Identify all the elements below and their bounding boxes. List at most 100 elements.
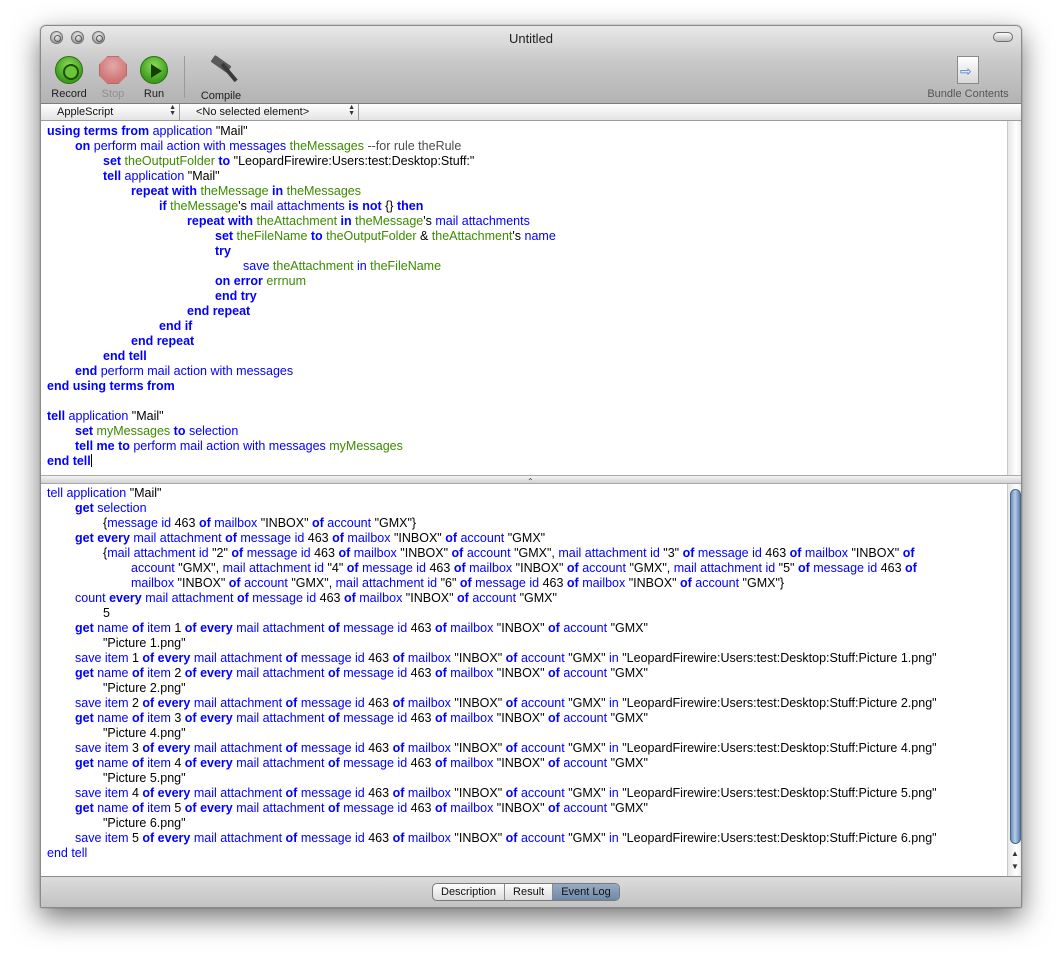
event-log-line-token: 463	[314, 546, 339, 560]
script-editor[interactable]: using terms from application "Mail" on pe…	[41, 121, 1007, 475]
event-log-line: save item 3 of every mail attachment of …	[47, 741, 937, 756]
event-log-line-token: account	[582, 561, 630, 575]
script-line: end tell	[47, 454, 556, 469]
event-log-line-token: of	[312, 516, 328, 530]
event-log-line-token: "LeopardFirewire:Users:test:Desktop:Stuf…	[622, 651, 937, 665]
script-line-token: theFileName	[370, 259, 442, 273]
event-log-line-token: of	[905, 561, 917, 575]
event-log-line-token: of	[392, 741, 408, 755]
event-log-line-token: mail attachment	[193, 831, 286, 845]
script-line-token: errnum	[266, 274, 306, 288]
script-line-token: end tell	[47, 454, 91, 468]
run-button[interactable]: Run	[134, 56, 174, 100]
event-log-line-token: 463	[880, 561, 906, 575]
script-line-token: "LeopardFirewire:Users:test:Desktop:Stuf…	[233, 154, 475, 168]
event-log-line: get name of item 5 of every mail attachm…	[47, 801, 937, 816]
event-log-line-token: of	[225, 531, 241, 545]
record-label: Record	[51, 88, 87, 100]
script-line-token: perform mail action with messages	[133, 439, 330, 453]
script-line-token: theMessage	[355, 214, 424, 228]
event-log-scrollbar[interactable]: ▲ ▼	[1007, 484, 1021, 876]
pane-selector[interactable]: Description Result Event Log	[432, 883, 620, 901]
event-log-line-token: mailbox	[359, 591, 406, 605]
script-line: end repeat	[47, 334, 556, 349]
event-log-line: account "GMX", mail attachment id "4" of…	[47, 561, 937, 576]
text-cursor	[90, 454, 92, 467]
event-log-line-token: "GMX"	[519, 591, 557, 605]
script-line-token: mail attachments	[250, 199, 349, 213]
event-log-line: mailbox "INBOX" of account "GMX", mail a…	[47, 576, 937, 591]
script-line: save theAttachment in theFileName	[47, 259, 556, 274]
split-view-divider[interactable]: ⌃	[41, 475, 1021, 486]
event-log-line-token: mailbox	[407, 831, 455, 845]
script-text[interactable]: using terms from application "Mail" on pe…	[47, 124, 556, 469]
language-popup[interactable]: AppleScript ▲ ▼	[41, 104, 180, 120]
event-log-line-token: of	[285, 786, 301, 800]
language-value: AppleScript	[57, 106, 114, 118]
toolbar-toggle-button[interactable]	[993, 32, 1013, 42]
scroll-up-arrow-icon[interactable]: ▲	[1011, 849, 1019, 858]
tab-description[interactable]: Description	[433, 884, 506, 900]
event-log-line-token: mail attachment id	[673, 561, 779, 575]
scroll-down-arrow-icon[interactable]: ▼	[1011, 862, 1019, 871]
event-log-line-token: "GMX"	[568, 651, 610, 665]
event-log-line-token: 5	[174, 801, 185, 815]
element-value: <No selected element>	[196, 106, 310, 118]
event-log-line-token: of	[327, 801, 344, 815]
event-log-line-token: of	[505, 651, 521, 665]
event-log-line-token: 463	[368, 786, 393, 800]
event-log-line-token: name	[97, 621, 132, 635]
event-log-line-token: 463	[542, 576, 567, 590]
event-log-line-token: of	[392, 651, 408, 665]
script-line-token: end repeat	[187, 304, 251, 318]
event-log-pane[interactable]: tell application "Mail" get selection {mes…	[41, 484, 1007, 876]
event-log-line-token: mailbox	[407, 651, 455, 665]
script-line-token: on	[75, 139, 94, 153]
event-log-line-token: of every	[142, 786, 194, 800]
event-log-text[interactable]: tell application "Mail" get selection {mes…	[47, 486, 937, 861]
event-log-line-token: "GMX"	[610, 621, 648, 635]
event-log-line-token: 463	[410, 711, 435, 725]
event-log-line-token: mail attachment id	[107, 546, 213, 560]
event-log-line: count every mail attachment of message i…	[47, 591, 937, 606]
element-popup[interactable]: <No selected element> ▲ ▼	[180, 104, 359, 120]
event-log-line-token: of	[505, 831, 521, 845]
bundle-contents-button[interactable]: Bundle Contents	[921, 56, 1015, 100]
event-log-line: "Picture 6.png"	[47, 816, 937, 831]
scrollbar-thumb[interactable]	[1010, 489, 1021, 844]
stop-button[interactable]: Stop	[93, 56, 133, 100]
event-log-line-token: of	[548, 666, 564, 680]
event-log-line-token: "INBOX"	[393, 531, 446, 545]
record-icon	[55, 56, 83, 84]
script-line-token: in	[272, 184, 287, 198]
event-log-line-token: of	[327, 621, 344, 635]
event-log-line-token: message id	[252, 591, 320, 605]
tab-event-log[interactable]: Event Log	[553, 884, 619, 900]
editor-scrollbar[interactable]	[1007, 121, 1021, 475]
event-log-line-token: of	[445, 531, 461, 545]
event-log-line: get name of item 1 of every mail attachm…	[47, 621, 937, 636]
event-log-line-token: message id	[813, 561, 881, 575]
event-log-line-token: account	[563, 621, 611, 635]
script-line-token: end tell	[103, 349, 147, 363]
event-log-line-token: "4"	[327, 561, 347, 575]
event-log-line-token: 463	[410, 756, 435, 770]
record-button[interactable]: Record	[49, 56, 89, 100]
script-line-token: repeat with	[187, 214, 257, 228]
script-line: end repeat	[47, 304, 556, 319]
event-log-line-token: "INBOX"	[496, 801, 549, 815]
compile-button[interactable]: Compile	[197, 54, 245, 102]
script-line-token: end using terms from	[47, 379, 175, 393]
event-log-line-token: account	[460, 531, 508, 545]
event-log-line-token: message id	[343, 666, 411, 680]
event-log-line-token: "INBOX"	[496, 756, 549, 770]
script-line-token: theOutputFolder	[124, 154, 219, 168]
event-log-line-token: "Picture 5.png"	[103, 771, 186, 785]
event-log-line-token: mailbox	[407, 741, 455, 755]
event-log-line-token: of	[346, 561, 363, 575]
event-log-line-token: get	[75, 666, 98, 680]
event-log-line-token: message id	[240, 531, 308, 545]
tab-result[interactable]: Result	[505, 884, 554, 900]
script-line: repeat with theMessage in theMessages	[47, 184, 556, 199]
event-log-line-token: "INBOX"	[454, 741, 506, 755]
